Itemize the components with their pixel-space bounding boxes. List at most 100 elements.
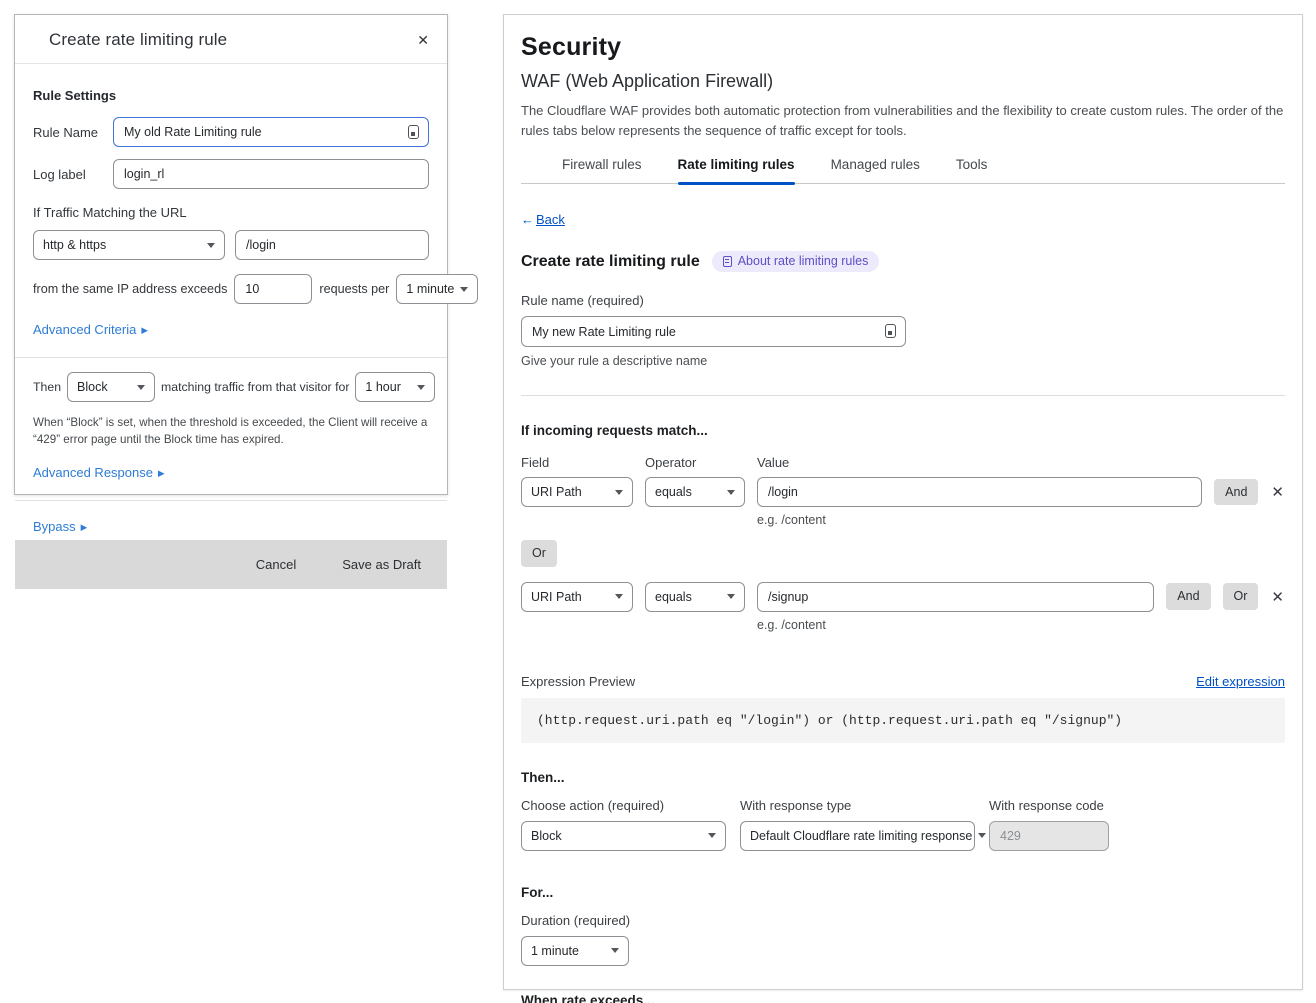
traffic-match-heading: If Traffic Matching the URL (33, 205, 429, 220)
then-middle: matching traffic from that visitor for (161, 380, 349, 394)
bypass-label: Bypass (33, 519, 76, 534)
expression-preview-block: Expression Preview Edit expression (http… (521, 674, 1285, 743)
field-select-value: URI Path (531, 590, 582, 604)
legacy-create-rule-modal: Create rate limiting rule ✕ Rule Setting… (14, 14, 448, 495)
chevron-down-icon (611, 948, 619, 953)
remove-condition-icon[interactable]: ✕ (1270, 483, 1285, 501)
tab-rate-limiting-rules[interactable]: Rate limiting rules (678, 157, 795, 183)
choose-action-select[interactable]: Block (521, 821, 726, 851)
waf-panel: Security WAF (Web Application Firewall) … (503, 14, 1303, 990)
autofill-icon (885, 324, 896, 338)
rule-name-input[interactable] (114, 119, 428, 145)
divider (521, 395, 1285, 396)
response-type-value: Default Cloudflare rate limiting respons… (750, 829, 972, 843)
caret-right-icon: ▶ (81, 523, 88, 532)
value-input[interactable] (757, 582, 1154, 612)
tab-tools[interactable]: Tools (956, 157, 988, 183)
response-type-label: With response type (740, 798, 975, 813)
rule-name-row: Rule Name (33, 117, 429, 147)
threshold-period-select[interactable]: 1 minute (396, 274, 478, 304)
choose-action-value: Block (531, 829, 562, 843)
response-type-select[interactable]: Default Cloudflare rate limiting respons… (740, 821, 975, 851)
modal-header: Create rate limiting rule ✕ (15, 15, 447, 64)
page-subtitle: WAF (Web Application Firewall) (521, 71, 1285, 92)
rule-name-field (521, 316, 906, 347)
chevron-down-icon (615, 490, 623, 495)
advanced-response-link[interactable]: Advanced Response ▶ (33, 465, 165, 480)
modal-body: Rule Settings Rule Name Log label If Tra… (15, 64, 447, 540)
close-icon[interactable]: ✕ (417, 33, 429, 47)
rate-heading: When rate exceeds... (521, 993, 1285, 1003)
bypass-link[interactable]: Bypass ▶ (33, 519, 87, 534)
tab-managed-rules[interactable]: Managed rules (831, 157, 920, 183)
operator-select-value: equals (655, 485, 692, 499)
chevron-down-icon (137, 385, 145, 390)
and-button[interactable]: And (1214, 479, 1258, 506)
value-hint: e.g. /content (757, 618, 1285, 632)
caret-right-icon: ▶ (158, 469, 165, 478)
scheme-select-value: http & https (43, 238, 106, 252)
threshold-period-value: 1 minute (406, 282, 454, 296)
duration-select[interactable]: 1 minute (521, 936, 629, 966)
action-row: Choose action (required) Block With resp… (521, 798, 1285, 851)
match-heading: If incoming requests match... (521, 423, 1285, 438)
and-button[interactable]: And (1166, 583, 1210, 610)
or-connector-button[interactable]: Or (521, 540, 557, 567)
about-rate-limiting-badge[interactable]: About rate limiting rules (712, 251, 880, 272)
chevron-down-icon (615, 594, 623, 599)
or-button[interactable]: Or (1223, 583, 1259, 610)
operator-select[interactable]: equals (645, 582, 745, 612)
url-input[interactable] (235, 230, 429, 260)
log-label-field (113, 159, 429, 189)
screenshot-canvas: Create rate limiting rule ✕ Rule Setting… (0, 0, 1316, 1003)
log-label-input[interactable] (114, 161, 428, 187)
block-duration-select[interactable]: 1 hour (355, 372, 435, 402)
expression-code: (http.request.uri.path eq "/login") or (… (521, 698, 1285, 743)
threshold-row: from the same IP address exceeds request… (33, 274, 429, 304)
scheme-url-row: http & https (33, 230, 429, 260)
duration-value: 1 minute (531, 944, 579, 958)
field-select-value: URI Path (531, 485, 582, 499)
advanced-criteria-label: Advanced Criteria (33, 322, 136, 337)
save-as-draft-button[interactable]: Save as Draft (342, 557, 421, 572)
operator-column-label: Operator (645, 455, 745, 470)
threshold-requests-input[interactable] (234, 274, 312, 304)
action-select-value: Block (77, 380, 108, 394)
scheme-select[interactable]: http & https (33, 230, 225, 260)
then-prefix: Then (33, 380, 61, 394)
back-link[interactable]: ←Back (521, 212, 565, 227)
advanced-response-label: Advanced Response (33, 465, 153, 480)
page-title: Security (521, 33, 1285, 62)
edit-expression-link[interactable]: Edit expression (1196, 674, 1285, 689)
rule-name-label: Rule name (required) (521, 293, 1285, 308)
threshold-prefix: from the same IP address exceeds (33, 282, 227, 296)
cancel-button[interactable]: Cancel (256, 557, 296, 572)
threshold-middle: requests per (319, 282, 389, 296)
field-select[interactable]: URI Path (521, 582, 633, 612)
block-duration-value: 1 hour (365, 380, 400, 394)
value-input[interactable] (757, 477, 1202, 507)
action-select[interactable]: Block (67, 372, 155, 402)
value-hint: e.g. /content (757, 513, 1285, 527)
log-label-label: Log label (33, 167, 101, 182)
remove-condition-icon[interactable]: ✕ (1270, 588, 1285, 606)
log-label-row: Log label (33, 159, 429, 189)
field-select[interactable]: URI Path (521, 477, 633, 507)
for-heading: For... (521, 885, 1285, 900)
condition-column-labels: Field Operator Value (521, 455, 1285, 470)
form-title-row: Create rate limiting rule About rate lim… (521, 251, 1285, 272)
response-code-input (989, 821, 1109, 851)
autofill-icon (408, 125, 419, 139)
rule-name-input[interactable] (522, 318, 905, 345)
chevron-down-icon (417, 385, 425, 390)
tab-firewall-rules[interactable]: Firewall rules (562, 157, 642, 183)
response-code-label: With response code (989, 798, 1109, 813)
modal-title: Create rate limiting rule (49, 30, 227, 50)
about-badge-label: About rate limiting rules (738, 254, 869, 268)
divider (15, 500, 447, 501)
caret-right-icon: ▶ (141, 326, 148, 335)
expression-preview-label: Expression Preview (521, 674, 635, 689)
operator-select[interactable]: equals (645, 477, 745, 507)
chevron-down-icon (708, 833, 716, 838)
advanced-criteria-link[interactable]: Advanced Criteria ▶ (33, 322, 148, 337)
